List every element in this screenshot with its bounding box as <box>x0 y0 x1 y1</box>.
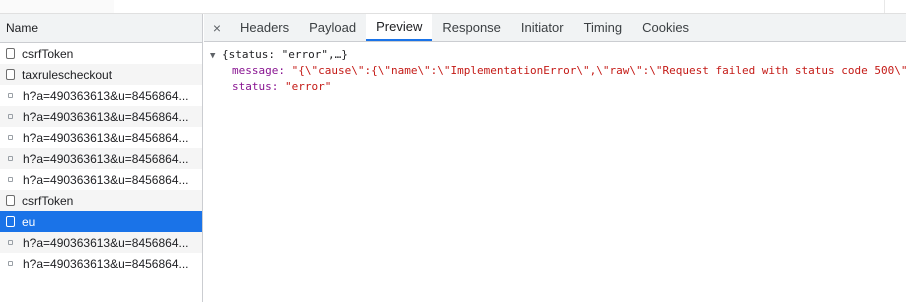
field-value: "error" <box>284 80 332 93</box>
request-row[interactable]: eu <box>0 211 202 232</box>
small-square-icon <box>8 156 13 161</box>
request-name: eu <box>22 214 36 229</box>
expand-triangle-icon[interactable]: ▼ <box>204 48 222 64</box>
preview-field-status: status: "error" <box>204 79 906 95</box>
small-square-icon <box>8 261 13 266</box>
request-name: csrfToken <box>22 46 74 61</box>
field-value: "{\"cause\":{\"name\":\"ImplementationEr… <box>291 64 906 77</box>
waterfall-segment <box>114 0 215 13</box>
preview-field-message: message: "{\"cause\":{\"name\":\"Impleme… <box>204 63 906 79</box>
waterfall-header-strip <box>0 0 906 14</box>
request-row[interactable]: h?a=490363613&u=8456864... <box>0 169 202 190</box>
document-icon <box>6 69 15 80</box>
request-name: csrfToken <box>22 193 74 208</box>
document-icon <box>6 48 15 59</box>
small-square-icon <box>8 93 13 98</box>
request-name: h?a=490363613&u=8456864... <box>23 172 189 187</box>
document-icon <box>6 216 15 227</box>
request-row[interactable]: h?a=490363613&u=8456864... <box>0 127 202 148</box>
detail-tabs: Headers Payload Preview Response Initiator Ti… <box>230 14 699 41</box>
field-key: status: <box>232 80 279 93</box>
request-row[interactable]: csrfToken <box>0 43 202 64</box>
tab-headers[interactable]: Headers <box>230 14 299 41</box>
name-column-header[interactable]: Name <box>0 14 202 43</box>
request-row[interactable]: h?a=490363613&u=8456864... <box>0 85 202 106</box>
waterfall-segment <box>414 0 595 13</box>
request-row[interactable]: csrfToken <box>0 190 202 211</box>
tab-timing[interactable]: Timing <box>574 14 633 41</box>
request-row[interactable]: h?a=490363613&u=8456864... <box>0 148 202 169</box>
request-row[interactable]: h?a=490363613&u=8456864... <box>0 232 202 253</box>
waterfall-segment <box>214 0 415 13</box>
request-name: h?a=490363613&u=8456864... <box>23 109 189 124</box>
tab-response[interactable]: Response <box>432 14 511 41</box>
name-column-label: Name <box>6 21 39 35</box>
small-square-icon <box>8 240 13 245</box>
request-name: h?a=490363613&u=8456864... <box>23 151 189 166</box>
request-row[interactable]: h?a=490363613&u=8456864... <box>0 253 202 274</box>
request-name: h?a=490363613&u=8456864... <box>23 130 189 145</box>
document-icon <box>6 195 15 206</box>
tab-payload[interactable]: Payload <box>299 14 366 41</box>
small-square-icon <box>8 114 13 119</box>
request-detail-panel: × Headers Payload Preview Response Initiator… <box>204 14 906 302</box>
detail-tabbar: × Headers Payload Preview Response Initiator… <box>204 14 906 42</box>
field-key: message: <box>232 64 285 77</box>
object-summary-text: {status: "error",…} <box>222 48 348 61</box>
small-square-icon <box>8 177 13 182</box>
tab-preview[interactable]: Preview <box>366 14 433 41</box>
request-name: taxrulescheckout <box>22 67 113 82</box>
request-row[interactable]: h?a=490363613&u=8456864... <box>0 106 202 127</box>
tab-initiator[interactable]: Initiator <box>511 14 574 41</box>
close-icon[interactable]: × <box>204 14 230 41</box>
request-name: h?a=490363613&u=8456864... <box>23 256 189 271</box>
request-row[interactable]: taxrulescheckout <box>0 64 202 85</box>
json-preview: ▼ {status: "error",…} message: "{\"cause\… <box>204 42 906 95</box>
request-list: csrfToken taxrulescheckout h?a=490363613&u… <box>0 43 202 274</box>
waterfall-segment <box>0 0 115 13</box>
small-square-icon <box>8 135 13 140</box>
request-name: h?a=490363613&u=8456864... <box>23 235 189 250</box>
request-name: h?a=490363613&u=8456864... <box>23 88 189 103</box>
waterfall-segment <box>594 0 775 13</box>
waterfall-segment <box>774 0 885 13</box>
preview-object-summary[interactable]: ▼ {status: "error",…} <box>204 47 906 63</box>
request-list-panel: Name csrfToken taxrulescheckout h?a=490363… <box>0 14 203 302</box>
tab-cookies[interactable]: Cookies <box>632 14 699 41</box>
